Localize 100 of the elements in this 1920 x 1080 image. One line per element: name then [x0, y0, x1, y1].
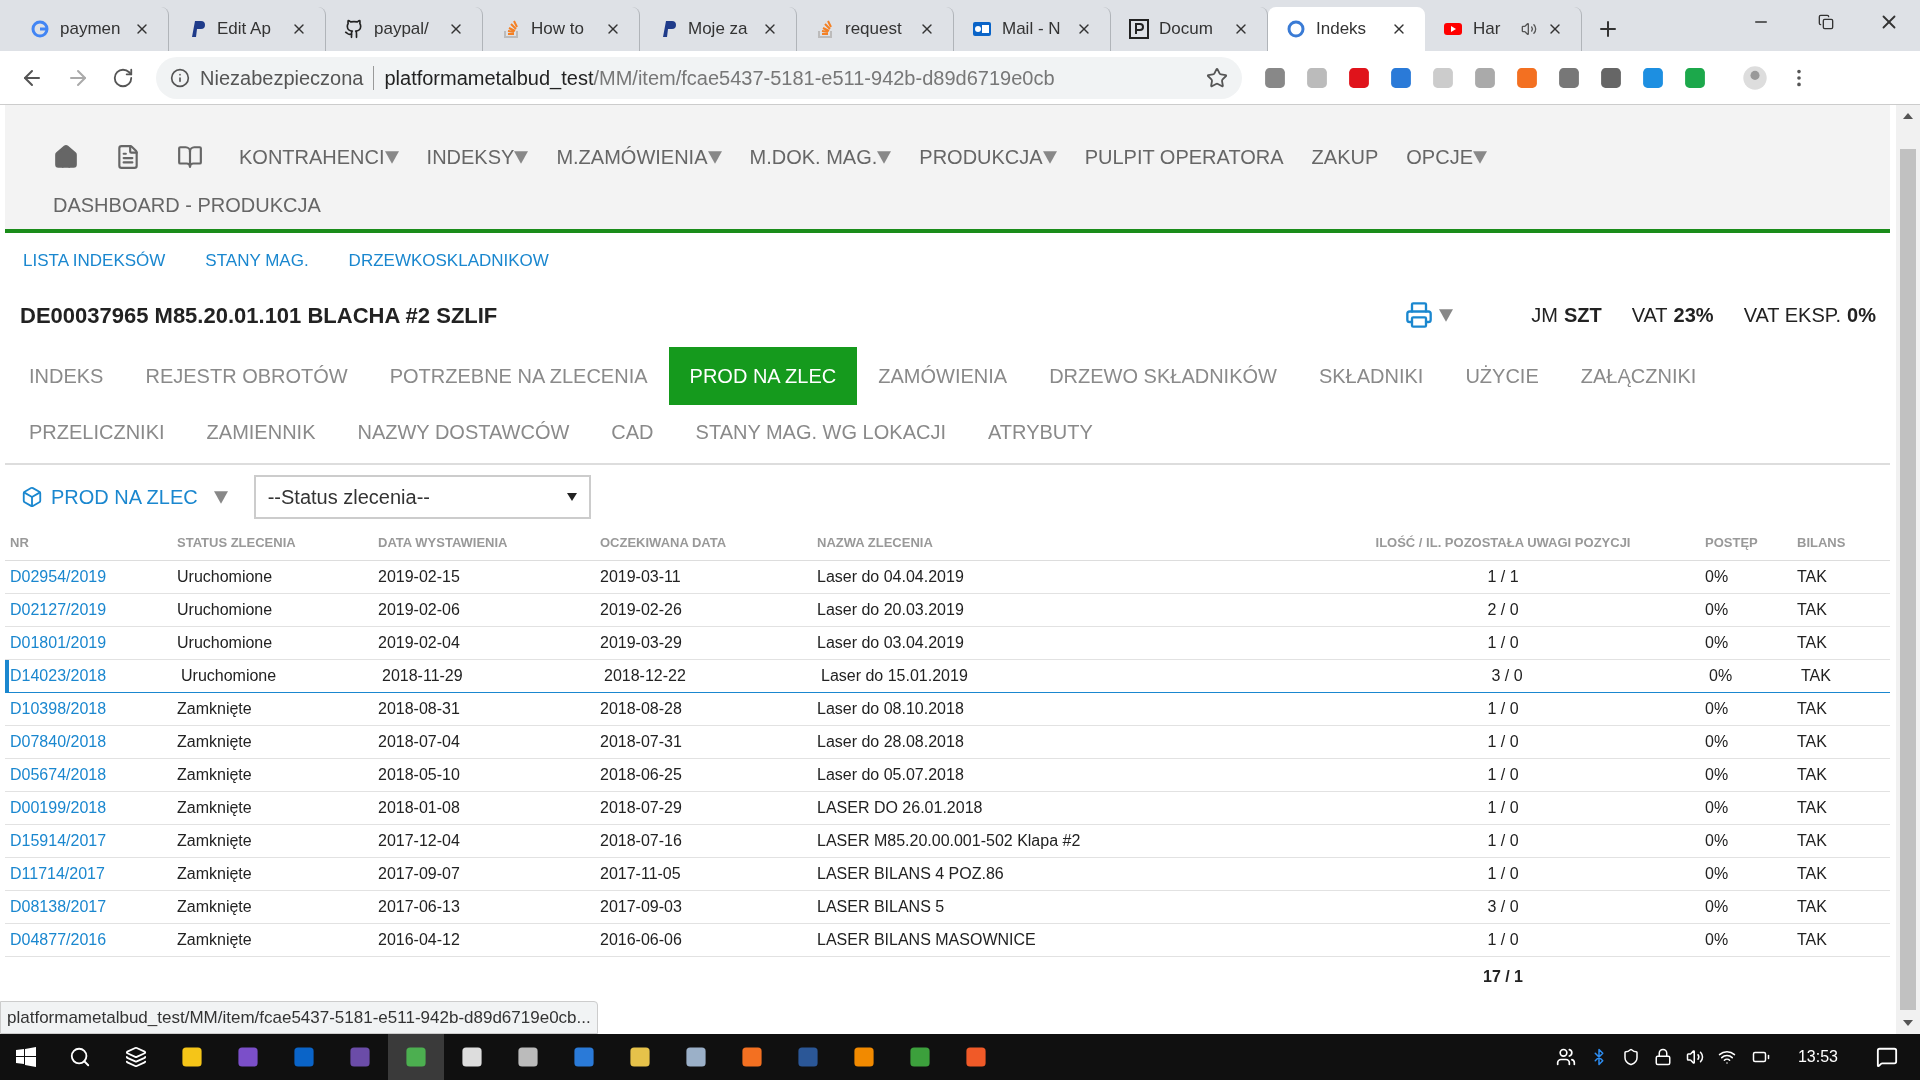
task-view-icon	[125, 1046, 147, 1068]
people-icon[interactable]	[1555, 1047, 1576, 1067]
nav-menu-item[interactable]: PULPIT OPERATORA	[1084, 142, 1284, 172]
table-cell-text: 2016-04-12	[378, 930, 461, 950]
book-icon[interactable]	[177, 144, 203, 170]
extension-icon[interactable]	[1600, 66, 1622, 89]
tab[interactable]: ZAMIENNIK	[185, 403, 337, 461]
tab[interactable]: SKŁADNIKI	[1297, 347, 1445, 405]
reload-icon[interactable]	[112, 66, 134, 89]
shield-icon[interactable]	[1621, 1048, 1640, 1066]
tab[interactable]: NAZWY DOSTAWCÓW	[336, 403, 591, 461]
table-row[interactable]: D04877/2016 Zamknięte 2016-04-12 2016-06-06 LASER BILANS MASOWNICE 1 / 0 0% TAK	[5, 924, 1890, 957]
table-row[interactable]: D14023/2018 Uruchomione 2018-11-29 2018-12-22 Laser do 15.01.2019 3 / 0 0% TAK	[5, 660, 1890, 693]
windows-logo-icon	[16, 1047, 36, 1067]
table-row[interactable]: D10398/2018 Zamknięte 2018-08-31 2018-08-28 Laser do 08.10.2018 1 / 0 0% TAK	[5, 693, 1890, 726]
tab-title: Indeks	[1316, 18, 1368, 41]
order-link[interactable]: D11714/2017	[5, 862, 105, 886]
home-icon[interactable]	[53, 144, 79, 170]
table-cell-text: Laser do 08.10.2018	[817, 699, 965, 719]
nav-menu-item[interactable]: OPCJE	[1406, 142, 1487, 172]
table-row[interactable]: D05674/2018 Zamknięte 2018-05-10 2018-06-25 Laser do 05.07.2018 1 / 0 0% TAK	[5, 759, 1890, 792]
nav-menu-item[interactable]: KONTRAHENCI	[239, 142, 399, 172]
lock-icon[interactable]	[1653, 1048, 1672, 1066]
printer-icon[interactable]	[1405, 301, 1434, 329]
extension-icon[interactable]	[1558, 66, 1580, 89]
tab[interactable]: STANY MAG. WG LOKACJI	[674, 403, 967, 461]
table-cell-text: Laser do 05.07.2018	[817, 765, 965, 785]
nav-menu-item[interactable]: M.DOK. MAG.	[749, 142, 892, 172]
clock[interactable]: 13:53	[1785, 1045, 1850, 1069]
order-link[interactable]: D07840/2018	[5, 730, 107, 754]
column-header: NR	[9, 533, 30, 552]
browser-tab[interactable]: Indeks	[1268, 7, 1425, 51]
address-field[interactable]: Niezabezpieczona platformametalbud_test/MM/item/fcae5437-5181-e511-942b-d89d6719e0cb	[156, 56, 1242, 99]
avatar-icon[interactable]	[1742, 64, 1768, 91]
order-link[interactable]: D00199/2018	[5, 796, 107, 820]
tab[interactable]: ZAMÓWIENIA	[857, 347, 1029, 405]
tab-title: Docum	[1159, 18, 1214, 41]
cube-icon	[21, 486, 43, 508]
restore-icon[interactable]	[1818, 14, 1834, 30]
star-icon[interactable]	[1206, 66, 1228, 89]
table-cell-text: 2018-07-31	[600, 732, 683, 752]
column-header: DATA WYSTAWIENIA	[378, 533, 509, 552]
table-cell-text: 0%	[1705, 897, 1730, 917]
table-row[interactable]: D02127/2019 Uruchomione 2019-02-06 2019-02-26 Laser do 20.03.2019 2 / 0 0% TAK	[5, 594, 1890, 627]
tab[interactable]: UŻYCIE	[1444, 347, 1560, 405]
extension-icon[interactable]	[1642, 66, 1664, 89]
sub-link[interactable]: DRZEWKOSKLADNIKOW	[348, 248, 549, 274]
table-row[interactable]: D00199/2018 Zamknięte 2018-01-08 2018-07-29 LASER DO 26.01.2018 1 / 0 0% TAK	[5, 792, 1890, 825]
tab[interactable]: ZAŁĄCZNIKI	[1559, 347, 1718, 405]
extension-icon[interactable]	[1516, 66, 1538, 89]
order-link[interactable]: D10398/2018	[5, 697, 107, 721]
tab[interactable]: REJESTR OBROTÓW	[124, 347, 369, 405]
table-cell-text: Zamknięte	[177, 798, 253, 818]
extension-icon[interactable]	[1264, 66, 1286, 89]
table-cell-text: Uruchomione	[177, 567, 274, 587]
tab[interactable]: PRZELICZNIKI	[8, 403, 186, 461]
order-link[interactable]: D02127/2019	[5, 598, 107, 622]
notification-icon[interactable]	[1876, 1046, 1898, 1068]
nav-menu-item[interactable]: DASHBOARD - PRODUKCJA	[53, 190, 321, 220]
table-cell-text: 2018-07-04	[378, 732, 461, 752]
nav-menu-item[interactable]: PRODUKCJA	[919, 142, 1057, 172]
sub-link[interactable]: LISTA INDEKSÓW	[23, 248, 166, 274]
tab[interactable]: POTRZEBNE NA ZLECENIA	[368, 347, 669, 405]
table-row[interactable]: D08138/2017 Zamknięte 2017-06-13 2017-09-03 LASER BILANS 5 3 / 0 0% TAK	[5, 891, 1890, 924]
order-link[interactable]: D01801/2019	[5, 631, 107, 655]
table-cell-text: 3 / 0	[1490, 666, 1524, 686]
extension-icon[interactable]	[1684, 66, 1706, 89]
scroll-up-icon[interactable]	[1903, 113, 1913, 119]
table-row[interactable]: D07840/2018 Zamknięte 2018-07-04 2018-07-31 Laser do 28.08.2018 1 / 0 0% TAK	[5, 726, 1890, 759]
order-link[interactable]: D02954/2019	[5, 565, 107, 589]
order-link[interactable]: D04877/2016	[5, 928, 107, 952]
speaker-icon[interactable]	[1685, 1048, 1704, 1066]
tab[interactable]: ATRYBUTY	[967, 403, 1114, 461]
table-row[interactable]: D15914/2017 Zamknięte 2017-12-04 2018-07-16 LASER M85.20.00.001-502 Klapa #2 1 / 0 0% TAK	[5, 825, 1890, 858]
nav-menu-item[interactable]: M.ZAMÓWIENIA	[556, 142, 722, 172]
tab[interactable]: PROD NA ZLEC	[668, 347, 858, 405]
scrollbar[interactable]	[1896, 105, 1920, 1034]
table-cell-text: 1 / 0	[1486, 798, 1520, 818]
nav-menu-item[interactable]: INDEKSY	[426, 142, 529, 172]
extension-icon[interactable]	[1390, 66, 1412, 89]
wifi-icon[interactable]	[1717, 1048, 1736, 1066]
tab[interactable]: CAD	[590, 403, 675, 461]
status-select[interactable]: --Status zlecenia--	[253, 475, 591, 519]
order-link[interactable]: D05674/2018	[5, 763, 107, 787]
extension-icon[interactable]	[1348, 66, 1370, 89]
table-cell-text: 2018-07-29	[600, 798, 683, 818]
tab[interactable]: DRZEWO SKŁADNIKÓW	[1028, 347, 1298, 405]
tab[interactable]: INDEKS	[8, 347, 125, 405]
table-row[interactable]: D02954/2019 Uruchomione 2019-02-15 2019-03-11 Laser do 04.04.2019 1 / 1 0% TAK	[5, 561, 1890, 594]
order-link[interactable]: D15914/2017	[5, 829, 107, 853]
scroll-down-icon[interactable]	[1903, 1020, 1913, 1026]
table-row[interactable]: D11714/2017 Zamknięte 2017-09-07 2017-11-05 LASER BILANS 4 POZ.86 1 / 0 0% TAK	[5, 858, 1890, 891]
document-icon[interactable]	[115, 143, 141, 171]
nav-menu-item[interactable]: ZAKUP	[1311, 142, 1379, 172]
order-link[interactable]: D08138/2017	[5, 895, 107, 919]
sub-link[interactable]: STANY MAG.	[205, 248, 309, 274]
table-cell-text: 3 / 0	[1486, 897, 1520, 917]
table-row[interactable]: D01801/2019 Uruchomione 2019-02-04 2019-03-29 Laser do 03.04.2019 1 / 0 0% TAK	[5, 627, 1890, 660]
info-icon[interactable]	[170, 67, 190, 88]
order-link[interactable]: D14023/2018	[9, 664, 107, 688]
